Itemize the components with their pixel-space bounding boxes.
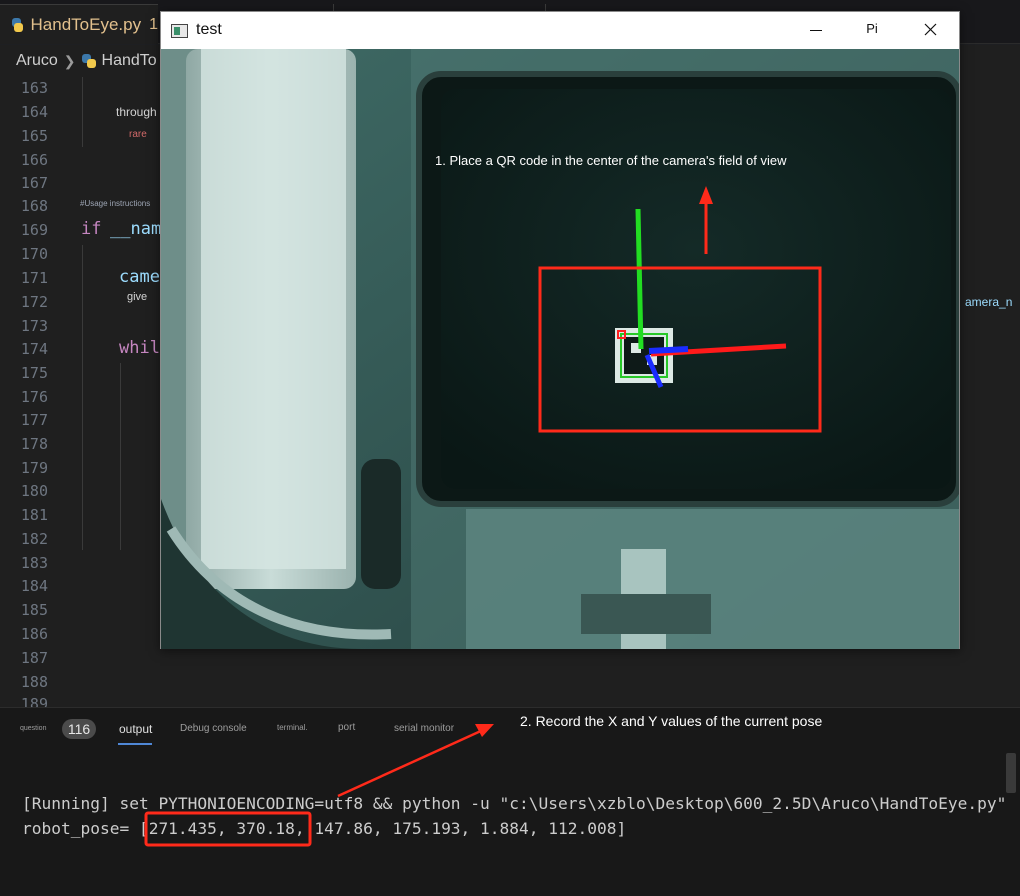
pin-button[interactable]: Pi <box>849 12 895 48</box>
tab-question[interactable]: question <box>20 725 46 732</box>
python-file-icon <box>81 54 96 68</box>
problems-badge: 116 <box>62 719 96 739</box>
axis-y-green <box>635 208 644 350</box>
code-fragment: amera_n <box>965 295 1013 309</box>
breadcrumb-file[interactable]: HandTo <box>102 52 157 70</box>
indent-guide <box>82 77 83 147</box>
line-number: 163 <box>20 79 48 97</box>
tab-terminal[interactable]: terminal. <box>277 723 308 732</box>
breadcrumb-folder[interactable]: Aruco <box>16 52 58 70</box>
camera-image <box>161 49 959 649</box>
line-number: 169 <box>20 221 48 239</box>
panel-scrollbar[interactable] <box>1006 753 1016 793</box>
camera-instruction-1: 1. Place a QR code in the center of the … <box>435 153 787 168</box>
active-tab-indicator <box>118 743 152 745</box>
line-number: 170 <box>20 245 48 263</box>
window-app-icon <box>171 24 188 38</box>
tab-port[interactable]: port <box>338 722 355 733</box>
indent-guide <box>120 363 121 550</box>
chevron-right-icon: ❯ <box>63 52 76 69</box>
window-title-bar[interactable]: test Pi <box>161 12 959 49</box>
line-number: 165 <box>20 127 48 145</box>
window-title: test <box>196 21 222 38</box>
bracket-base <box>581 594 711 634</box>
line-number: 168 <box>20 197 48 215</box>
minimize-button[interactable] <box>793 12 839 48</box>
python-file-icon <box>12 17 23 32</box>
code-keyword: if <box>81 219 102 239</box>
camera-feed: 1. Place a QR code in the center of the … <box>161 49 959 649</box>
line-number: 164 <box>20 103 48 121</box>
line-number: 176 <box>20 388 48 406</box>
line-number: 173 <box>20 317 48 335</box>
line-number: 183 <box>20 554 48 572</box>
output-running-line: [Running] set PYTHONIOENCODING=utf8 && p… <box>22 794 1007 813</box>
inlay-hint: through <box>116 105 157 119</box>
close-button[interactable] <box>907 12 953 48</box>
line-number: 184 <box>20 577 48 595</box>
line-number: 188 <box>20 673 48 691</box>
tray-inner <box>441 89 951 489</box>
line-number: 166 <box>20 151 48 169</box>
code-keyword: whil <box>119 338 160 358</box>
inlay-hint: give <box>127 291 148 303</box>
tab-label: HandToEye.py <box>30 14 142 34</box>
line-number: 179 <box>20 459 48 477</box>
line-number: 177 <box>20 411 48 429</box>
code-identifier: came <box>119 267 160 287</box>
opencv-window[interactable]: test Pi 1. Place a QR code in the center… <box>160 11 960 649</box>
inlay-hint: rare <box>129 129 147 140</box>
conveyor-belt <box>201 49 346 569</box>
indent-guide <box>82 245 83 550</box>
line-number: 187 <box>20 649 48 667</box>
code-identifier: __nam <box>110 219 162 239</box>
minimize-icon <box>810 30 822 31</box>
code-comment: #Usage instructions <box>80 199 151 208</box>
line-number: 181 <box>20 506 48 524</box>
line-number: 180 <box>20 482 48 500</box>
line-number: 182 <box>20 530 48 548</box>
line-number: 167 <box>20 174 48 192</box>
line-number: 185 <box>20 601 48 619</box>
line-number: 174 <box>20 340 48 358</box>
bottom-panel: question 116 output Debug console termin… <box>0 707 1020 896</box>
tab-debug-console[interactable]: Debug console <box>180 723 247 734</box>
close-icon <box>924 23 937 36</box>
instruction-2: 2. Record the X and Y values of the curr… <box>520 713 823 729</box>
line-number: 186 <box>20 625 48 643</box>
output-pose-line: robot_pose= [271.435, 370.18, 147.86, 17… <box>22 819 627 838</box>
tab-output[interactable]: output <box>119 722 152 736</box>
line-number: 175 <box>20 364 48 382</box>
axis-z-blue <box>648 346 689 354</box>
conveyor-wheel <box>361 459 401 589</box>
problems-count-badge: 1 <box>149 15 158 33</box>
line-number: 171 <box>20 269 48 287</box>
line-number: 178 <box>20 435 48 453</box>
line-number: 172 <box>20 293 48 311</box>
tab-handtoeye[interactable]: HandToEye.py 1 <box>0 4 158 44</box>
table-lower <box>466 509 959 649</box>
tab-serial-monitor[interactable]: serial monitor <box>394 723 454 734</box>
